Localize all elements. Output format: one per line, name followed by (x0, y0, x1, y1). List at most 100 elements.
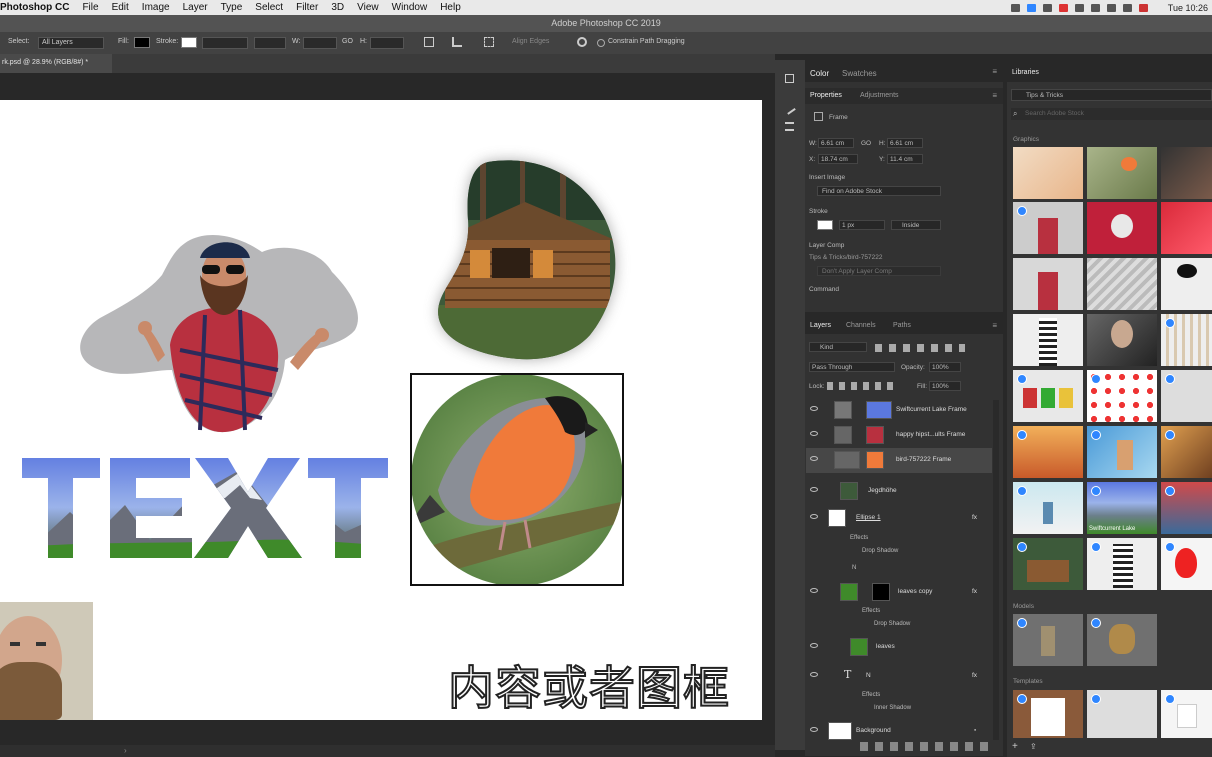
visibility-eye-icon[interactable] (810, 588, 818, 593)
library-item[interactable] (1087, 426, 1157, 478)
w-field[interactable] (303, 37, 337, 49)
library-model-item[interactable] (1087, 614, 1157, 666)
layer-row-text[interactable]: T N fx (806, 664, 992, 689)
stroke-swatch[interactable] (817, 220, 833, 230)
panel-menu-icon[interactable]: ≡ (992, 67, 997, 76)
stroke-width[interactable] (202, 37, 248, 49)
menu-layer[interactable]: Layer (183, 2, 208, 13)
history-icon[interactable] (785, 74, 794, 83)
menu-3d[interactable]: 3D (331, 2, 344, 13)
document-canvas[interactable]: 内容或者图框 (0, 100, 762, 720)
h-field[interactable]: 6.61 cm (887, 138, 923, 148)
library-item[interactable] (1013, 538, 1083, 590)
library-item[interactable] (1013, 258, 1083, 310)
drop-shadow-effect[interactable]: Drop Shadow (862, 548, 898, 554)
library-template-item[interactable] (1161, 690, 1212, 738)
library-dropdown[interactable]: Tips & Tricks (1011, 89, 1212, 101)
library-item[interactable] (1087, 202, 1157, 254)
cloud-icon[interactable] (1058, 3, 1068, 12)
library-item[interactable] (1013, 482, 1083, 534)
library-item[interactable] (1161, 426, 1212, 478)
layer-row-hipster[interactable]: happy hipst...ults Frame (806, 423, 992, 448)
bird-frame[interactable] (405, 370, 630, 590)
library-item[interactable] (1013, 370, 1083, 422)
menu-image[interactable]: Image (142, 2, 170, 13)
w-field[interactable]: 6.61 cm (818, 138, 854, 148)
visibility-eye-icon[interactable] (810, 487, 818, 492)
drop-shadow-effect[interactable]: Drop Shadow (874, 621, 910, 627)
fill-field[interactable]: 100% (929, 381, 961, 391)
library-item[interactable] (1013, 202, 1083, 254)
library-item-swiftcurrent[interactable]: Swiftcurrent Lake (1087, 482, 1157, 534)
tab-layers[interactable]: Layers (810, 322, 831, 329)
properties-menu-icon[interactable]: ≡ (992, 91, 997, 100)
library-item[interactable] (1161, 314, 1212, 366)
library-item[interactable] (1013, 314, 1083, 366)
upload-icon[interactable]: ⇪ (1030, 742, 1037, 751)
tab-color[interactable]: Color (810, 69, 829, 78)
library-item[interactable] (1087, 314, 1157, 366)
constrain-checkbox[interactable] (597, 39, 605, 47)
screen-icon[interactable] (1010, 3, 1020, 12)
layers-menu-icon[interactable]: ≡ (992, 321, 997, 330)
path-operations-icon[interactable] (424, 37, 434, 47)
fx-icon[interactable]: fx (972, 514, 977, 521)
h-field[interactable] (370, 37, 404, 49)
templates-section[interactable]: Templates (1013, 678, 1043, 685)
layers-scrollbar[interactable] (993, 400, 999, 740)
menu-type[interactable]: Type (221, 2, 243, 13)
library-item[interactable] (1161, 538, 1212, 590)
y-field[interactable]: 11.4 cm (887, 154, 923, 164)
filter-kind-dropdown[interactable]: Kind (809, 342, 867, 352)
menu-edit[interactable]: Edit (112, 2, 129, 13)
library-item[interactable] (1161, 202, 1212, 254)
layers-footer-icons[interactable] (860, 742, 990, 751)
graphics-section[interactable]: Graphics (1013, 136, 1039, 143)
layer-row-swiftcurrent[interactable]: Swiftcurrent Lake Frame (806, 398, 992, 423)
stock-search-input[interactable]: ⌕ Search Adobe Stock (1011, 108, 1212, 120)
blend-mode-dropdown[interactable]: Pass Through (809, 362, 895, 372)
layer-row-background[interactable]: Background ▪ (806, 719, 992, 744)
blob-frame-man[interactable] (80, 235, 358, 433)
inner-shadow-effect[interactable]: Inner Shadow (874, 705, 911, 711)
tray-icon[interactable] (1074, 3, 1084, 12)
tab-libraries[interactable]: Libraries (1012, 69, 1039, 76)
library-item[interactable] (1013, 426, 1083, 478)
library-item[interactable] (1087, 147, 1157, 199)
visibility-eye-icon[interactable] (810, 672, 818, 677)
opacity-field[interactable]: 100% (929, 362, 961, 372)
scroll-right-arrow-icon[interactable]: › (124, 746, 127, 755)
visibility-eye-icon[interactable] (810, 514, 818, 519)
horizontal-scrollbar[interactable]: › (0, 745, 775, 757)
add-icon[interactable]: + (1012, 741, 1018, 752)
library-item[interactable] (1161, 482, 1212, 534)
app-icon[interactable] (1026, 3, 1036, 12)
visibility-eye-icon[interactable] (810, 727, 818, 732)
models-section[interactable]: Models (1013, 603, 1034, 610)
stroke-size-field[interactable]: 1 px (839, 220, 885, 230)
menu-window[interactable]: Window (392, 2, 428, 13)
align-edges[interactable]: Align Edges (512, 38, 549, 45)
adjust-icon[interactable] (785, 122, 794, 131)
stroke-type[interactable] (254, 37, 286, 49)
select-dropdown[interactable]: All Layers (38, 37, 104, 49)
clock[interactable]: Tue 10:26 (1168, 3, 1208, 13)
filter-icons[interactable] (875, 344, 965, 352)
brush-icon[interactable] (783, 102, 796, 115)
tab-swatches[interactable]: Swatches (842, 69, 877, 78)
menu-help[interactable]: Help (440, 2, 461, 13)
stroke-position-dropdown[interactable]: Inside (891, 220, 941, 230)
tab-paths[interactable]: Paths (893, 322, 911, 329)
fill-swatch[interactable] (134, 37, 150, 48)
path-align-icon[interactable] (452, 37, 462, 47)
x-field[interactable]: 18.74 cm (818, 154, 858, 164)
library-item[interactable] (1087, 258, 1157, 310)
library-template-item[interactable] (1013, 690, 1083, 738)
flag-icon[interactable] (1138, 3, 1148, 12)
fx-icon[interactable]: fx (972, 588, 977, 595)
menu-select[interactable]: Select (255, 2, 283, 13)
layer-row-leaves-copy[interactable]: leaves copy fx (806, 580, 992, 605)
library-item[interactable] (1087, 370, 1157, 422)
stroke-swatch[interactable] (181, 37, 197, 48)
lock-icons[interactable] (827, 382, 899, 390)
